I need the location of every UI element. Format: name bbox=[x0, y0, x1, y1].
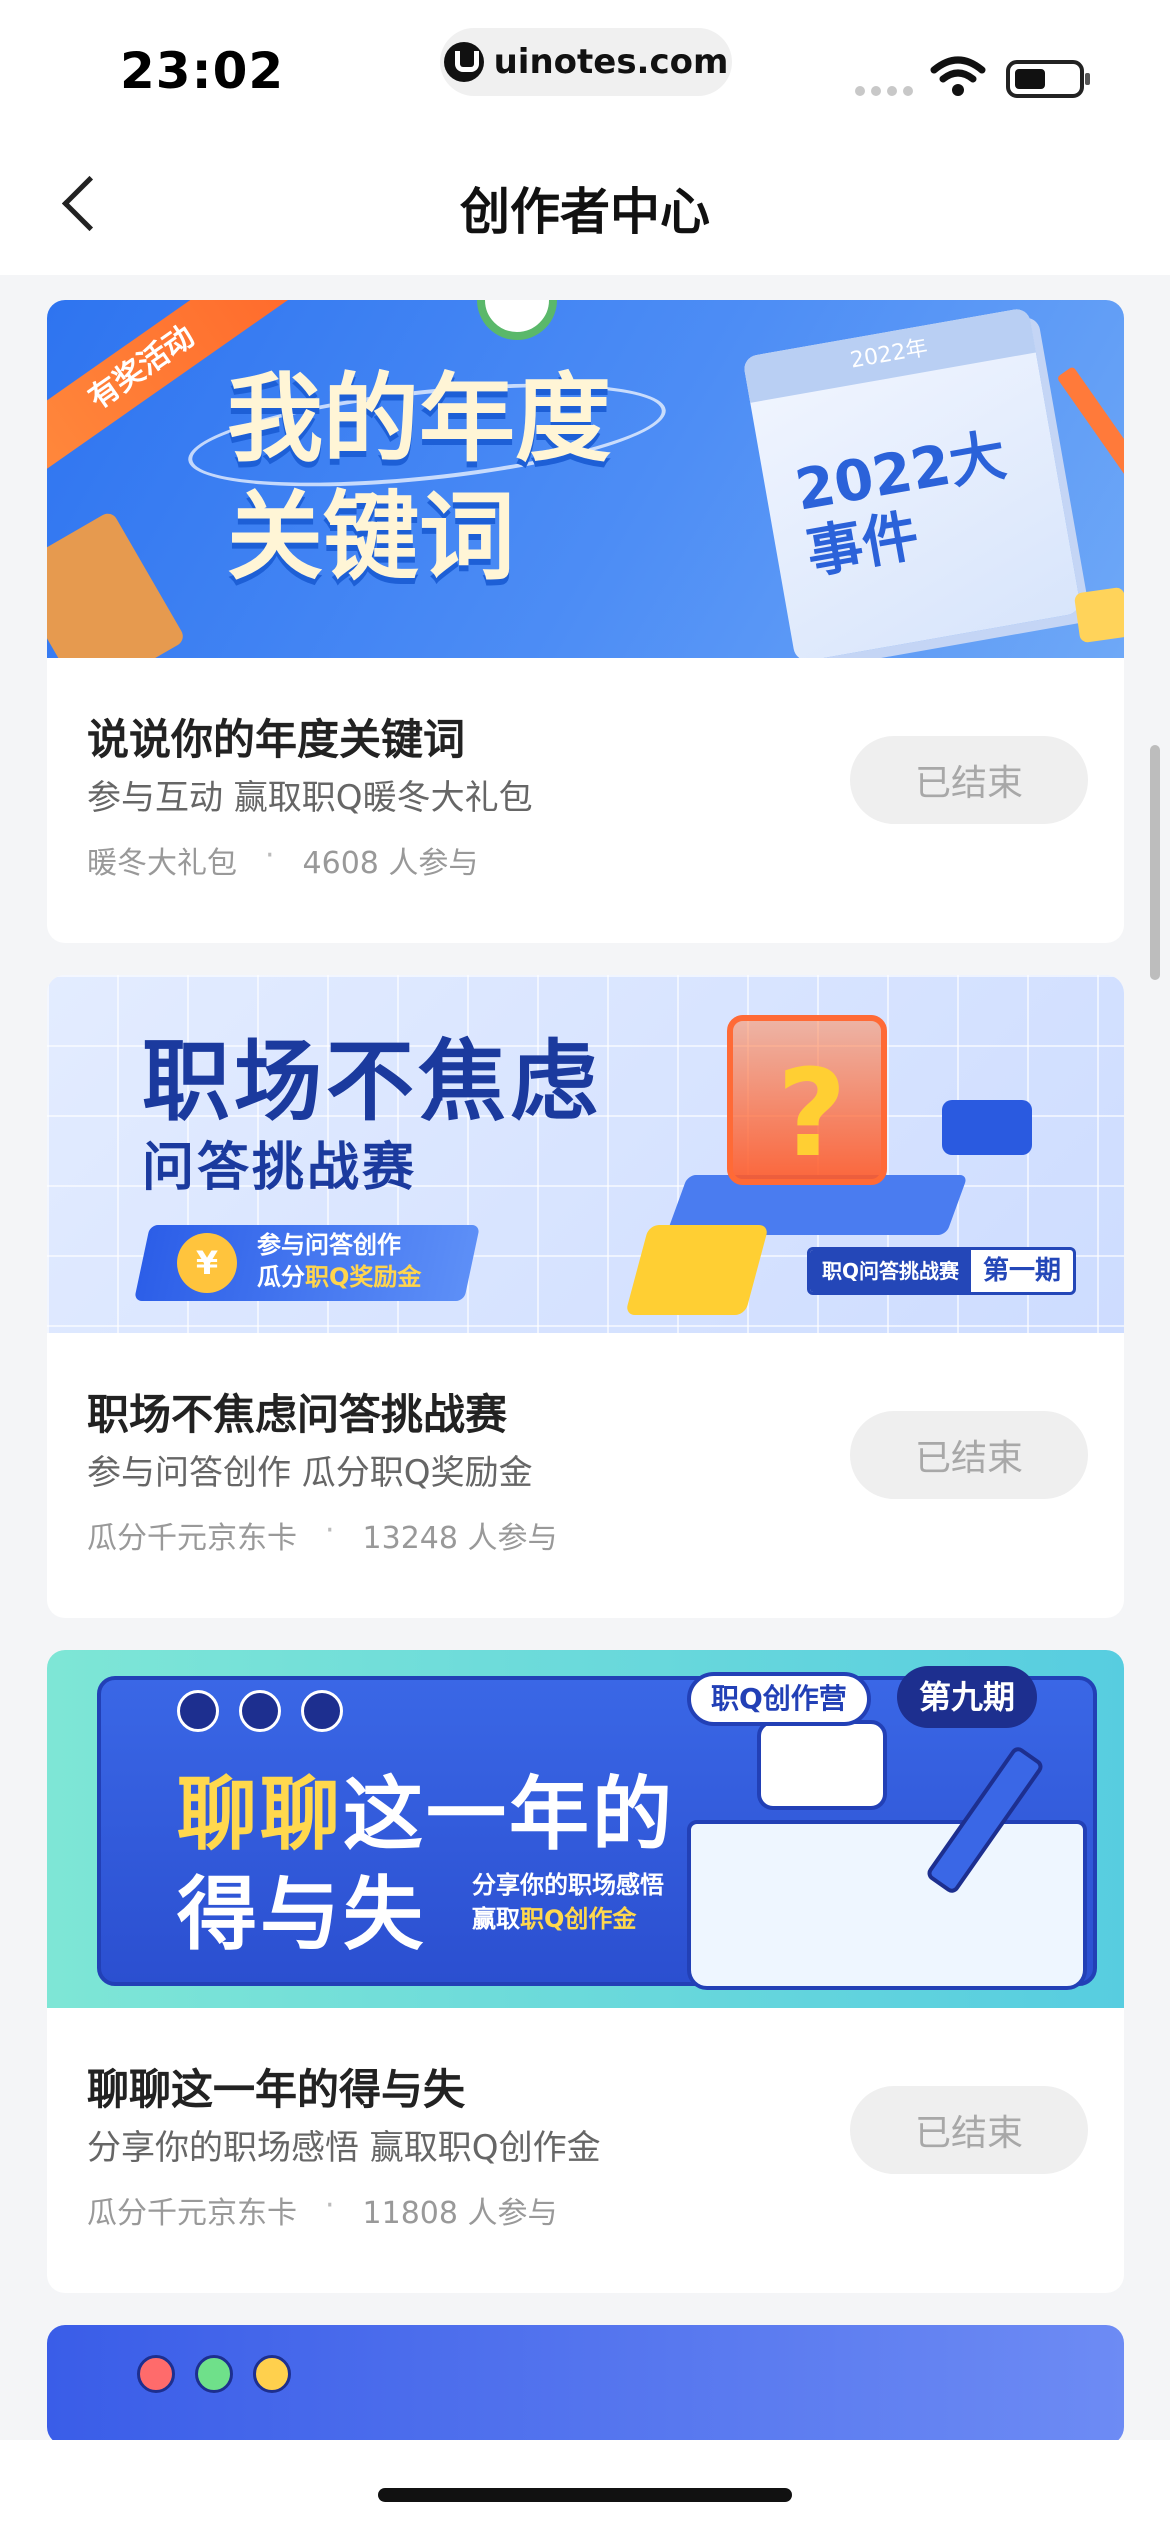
pencil-icon bbox=[1056, 366, 1124, 484]
banner-headline: 我的年度 关键词 bbox=[227, 360, 611, 596]
coin-icon: ¥ bbox=[177, 1233, 237, 1293]
status-time: 23:02 bbox=[120, 42, 285, 100]
bottom-safe-area bbox=[0, 2440, 1170, 2532]
side-line2-prefix: 赢取 bbox=[472, 1905, 520, 1933]
banner-headline-line1: 我的年度 bbox=[227, 363, 611, 475]
activity-card[interactable]: 我的年度 关键词 有奖活动 2022年 2022大事件 说说你的年度关键词 参与… bbox=[47, 300, 1124, 943]
card-body: 聊聊这一年的得与失 分享你的职场感悟 赢取职Q创作金 瓜分千元京东卡 · 118… bbox=[47, 2008, 1124, 2293]
side-line2-highlight: 职Q创作金 bbox=[520, 1905, 637, 1933]
chip-line2-highlight: 职Q奖励金 bbox=[305, 1263, 422, 1291]
card-meta: 瓜分千元京东卡 · 11808 人参与 bbox=[87, 2188, 558, 2232]
headline-rest: 这一年的 bbox=[343, 1768, 675, 1861]
headline-highlight: 聊聊 bbox=[177, 1768, 343, 1861]
chip-line1: 参与问答创作 bbox=[257, 1231, 401, 1259]
card-subtitle: 参与互动 赢取职Q暖冬大礼包 bbox=[87, 778, 533, 818]
notebook-icon bbox=[47, 510, 187, 658]
banner-side-text: 分享你的职场感悟 赢取职Q创作金 bbox=[472, 1868, 664, 1936]
ended-button[interactable]: 已结束 bbox=[850, 1411, 1088, 1499]
card-body: 说说你的年度关键词 参与互动 赢取职Q暖冬大礼包 暖冬大礼包 · 4608 人参… bbox=[47, 658, 1124, 943]
banner-headline-line1: 职场不焦虑 bbox=[142, 1030, 603, 1133]
camp-pill: 职Q创作营 bbox=[687, 1672, 871, 1726]
banner-headline-line2: 得与失 bbox=[177, 1868, 426, 1961]
scrollbar[interactable] bbox=[1150, 745, 1160, 980]
meta-separator: · bbox=[325, 2188, 335, 2223]
url-text: uinotes.com bbox=[493, 42, 729, 82]
battery-icon bbox=[1006, 60, 1090, 98]
question-icon bbox=[301, 1690, 343, 1732]
card-reward: 暖冬大礼包 bbox=[87, 846, 237, 881]
card-reward: 瓜分千元京东卡 bbox=[87, 2196, 297, 2231]
wifi-icon bbox=[930, 56, 986, 96]
activity-banner[interactable]: 我的年度 关键词 有奖活动 2022年 2022大事件 bbox=[47, 300, 1124, 658]
activity-banner[interactable]: 聊聊这一年的 得与失 分享你的职场感悟 赢取职Q创作金 职Q创作营 第九期 bbox=[47, 1650, 1124, 2008]
meta-separator: · bbox=[325, 1513, 335, 1548]
card-participants: 13248 人参与 bbox=[362, 1521, 558, 1556]
banner-headline-line2: 关键词 bbox=[227, 481, 515, 593]
red-dot-icon bbox=[137, 2355, 175, 2393]
card-participants: 4608 人参与 bbox=[302, 846, 479, 881]
activity-card[interactable]: 职场不焦虑 问答挑战赛 ¥ 参与问答创作 瓜分职Q奖励金 ? 职Q问答挑战赛 第… bbox=[47, 975, 1124, 1618]
smile-icon bbox=[239, 1690, 281, 1732]
calendar-year: 2022年 bbox=[742, 307, 1036, 403]
calendar-illustration: 2022年 2022大事件 bbox=[742, 307, 1082, 658]
arrow-up-icon bbox=[624, 1225, 770, 1315]
activity-card[interactable]: 聊聊这一年的 得与失 分享你的职场感悟 赢取职Q创作金 职Q创作营 第九期 聊聊… bbox=[47, 1650, 1124, 2293]
issue-tag-number: 第一期 bbox=[983, 1256, 1062, 1286]
home-indicator[interactable] bbox=[378, 2488, 792, 2502]
open-book-illustration bbox=[687, 1820, 1087, 1990]
banner-headline-line2: 问答挑战赛 bbox=[142, 1138, 418, 1198]
chat-bubble-icon bbox=[757, 1720, 887, 1810]
page-title: 创作者中心 bbox=[460, 183, 710, 241]
activity-card[interactable] bbox=[47, 2325, 1124, 2445]
card-subtitle: 参与问答创作 瓜分职Q奖励金 bbox=[87, 1453, 533, 1493]
reward-chip-text: 参与问答创作 瓜分职Q奖励金 bbox=[257, 1229, 421, 1293]
ended-button[interactable]: 已结束 bbox=[850, 2086, 1088, 2174]
chat-bubble-icon bbox=[942, 1100, 1032, 1155]
banner-headline-line1: 聊聊这一年的 bbox=[177, 1750, 675, 1866]
card-meta: 暖冬大礼包 · 4608 人参与 bbox=[87, 838, 478, 882]
chip-line2-prefix: 瓜分 bbox=[257, 1263, 305, 1291]
card-title: 聊聊这一年的得与失 bbox=[87, 2065, 466, 2114]
activity-banner[interactable] bbox=[47, 2325, 1124, 2445]
url-pill[interactable]: uinotes.com bbox=[440, 28, 732, 96]
box-icon bbox=[1073, 586, 1124, 644]
heart-icon bbox=[177, 1690, 219, 1732]
issue-pill: 第九期 bbox=[897, 1666, 1038, 1728]
card-body: 职场不焦虑问答挑战赛 参与问答创作 瓜分职Q奖励金 瓜分千元京东卡 · 1324… bbox=[47, 1333, 1124, 1618]
issue-tag: 职Q问答挑战赛 第一期 bbox=[807, 1247, 1077, 1295]
calendar-headline: 2022大事件 bbox=[790, 422, 1011, 587]
card-participants: 11808 人参与 bbox=[362, 2196, 558, 2231]
ended-button[interactable]: 已结束 bbox=[850, 736, 1088, 824]
issue-tag-label: 职Q问答挑战赛 bbox=[810, 1250, 972, 1292]
meta-separator: · bbox=[265, 838, 275, 873]
cellular-signal-icon bbox=[855, 86, 913, 96]
card-title: 说说你的年度关键词 bbox=[87, 715, 466, 764]
card-title: 职场不焦虑问答挑战赛 bbox=[87, 1390, 508, 1439]
card-reward: 瓜分千元京东卡 bbox=[87, 1521, 297, 1556]
banner-icons bbox=[177, 1690, 343, 1732]
card-subtitle: 分享你的职场感悟 赢取职Q创作金 bbox=[87, 2128, 601, 2168]
yellow-dot-icon bbox=[253, 2355, 291, 2393]
window-dots bbox=[137, 2355, 291, 2393]
green-dot-icon bbox=[195, 2355, 233, 2393]
status-bar: 23:02 uinotes.com bbox=[0, 0, 1170, 140]
card-meta: 瓜分千元京东卡 · 13248 人参与 bbox=[87, 1513, 558, 1557]
activity-banner[interactable]: 职场不焦虑 问答挑战赛 ¥ 参与问答创作 瓜分职Q奖励金 ? 职Q问答挑战赛 第… bbox=[47, 975, 1124, 1333]
site-logo-icon bbox=[443, 42, 484, 82]
nav-bar: 创作者中心 bbox=[0, 140, 1170, 275]
question-mark-icon: ? bbox=[777, 1045, 847, 1184]
side-line2: 赢取职Q创作金 bbox=[472, 1902, 664, 1936]
chip-line2: 瓜分职Q奖励金 bbox=[257, 1261, 421, 1293]
clock-icon bbox=[477, 300, 557, 340]
side-line1: 分享你的职场感悟 bbox=[472, 1871, 664, 1899]
